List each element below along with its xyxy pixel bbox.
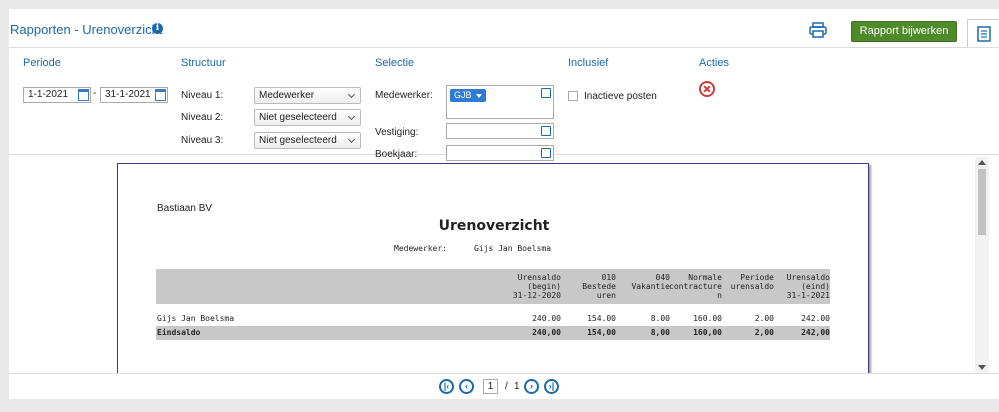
row-name: Gijs Jan Boelsma (157, 314, 235, 323)
report-table: Urensaldo (begin) 31-12-2020 010 Bestede uren… (156, 269, 830, 340)
list-icon (977, 26, 991, 42)
page-total: 1 (514, 381, 520, 392)
scrollbar-thumb[interactable] (978, 169, 986, 235)
row-value: 154,00 (587, 328, 616, 337)
date-separator: - (93, 88, 97, 99)
lookup-icon[interactable] (541, 126, 551, 136)
report-meta-label: Medewerker: (394, 244, 447, 253)
scroll-up-arrow-icon[interactable] (978, 160, 986, 165)
niveau-1-label: Niveau 1: (181, 90, 224, 101)
vertical-scrollbar[interactable] (975, 157, 989, 373)
medewerker-input[interactable]: GJB (446, 85, 554, 119)
row-value: 242,00 (801, 328, 830, 337)
row-name: Eindsaldo (157, 328, 201, 337)
row-value: 242.00 (801, 314, 830, 323)
report-viewer: Bastiaan BV Urenoverzicht Medewerker: Gi… (9, 157, 989, 373)
niveau-1-select[interactable]: Medewerker (254, 87, 361, 104)
date-to-value: 31-1-2021 (105, 89, 151, 100)
report-panel: Rapporten - Urenoverzicht i Rapport bijw… (9, 9, 999, 399)
column-header: 010 Bestede uren (582, 273, 616, 300)
lookup-icon[interactable] (541, 88, 551, 98)
column-header: Urensaldo (begin) 31-12-2020 (513, 273, 561, 300)
column-header-line: Vakantie (631, 282, 670, 291)
column-header-line: Urensaldo (517, 273, 561, 282)
table-body: Gijs Jan Boelsma 240.00 154.00 8.00 160.00 2.… (156, 312, 830, 340)
date-to-input[interactable]: 31-1-2021 (100, 87, 168, 103)
column-header-line: (begin) (527, 282, 561, 291)
row-value: 8,00 (650, 328, 670, 337)
acties-heading: Acties (699, 57, 729, 69)
page-separator: / (505, 381, 508, 392)
niveau-2-label: Niveau 2: (181, 112, 224, 123)
column-header: Urensaldo (eind) 31-1-2021 (787, 273, 830, 300)
column-header-line: urensaldo (730, 282, 774, 291)
pager: |‹ ‹ 1 / 1 › ›| (9, 373, 999, 399)
column-header-line: 010 (601, 273, 616, 282)
page-number-input[interactable]: 1 (483, 379, 498, 394)
report-page: Bastiaan BV Urenoverzicht Medewerker: Gi… (117, 163, 869, 373)
date-from-value: 1-1-2021 (28, 89, 69, 100)
vestiging-input[interactable] (446, 123, 554, 139)
row-value: 2.00 (754, 314, 774, 323)
next-page-icon[interactable]: › (524, 379, 539, 394)
scroll-down-arrow-icon[interactable] (978, 365, 986, 370)
calendar-icon[interactable] (155, 89, 166, 101)
previous-page-icon[interactable]: ‹ (459, 379, 474, 394)
periode-heading: Periode (23, 57, 61, 69)
row-value: 160.00 (693, 314, 722, 323)
inactieve-posten-label: Inactieve posten (584, 91, 657, 102)
column-header: Periode urensaldo (731, 273, 774, 291)
inactieve-posten-checkbox[interactable] (568, 91, 578, 101)
inclusief-heading: Inclusief (568, 57, 609, 69)
total-row: Eindsaldo 240,00 154,00 8,00 160,00 2,00 242,0… (156, 326, 830, 340)
column-header: 040 Vakantie (631, 273, 670, 291)
table-header: Urensaldo (begin) 31-12-2020 010 Bestede uren… (156, 269, 830, 304)
column-header-line: n (717, 291, 722, 300)
selectie-heading: Selectie (375, 57, 415, 69)
first-page-icon[interactable]: |‹ (439, 379, 454, 394)
column-header-line: uren (596, 291, 616, 300)
row-value: 240,00 (532, 328, 561, 337)
print-icon[interactable] (809, 22, 827, 38)
column-header: Normale contracture n (669, 273, 722, 300)
column-header-line: 040 (655, 273, 670, 282)
column-header-line: Urensaldo (786, 273, 830, 282)
row-value: 8.00 (650, 314, 670, 323)
report-title: Urenoverzicht (438, 218, 550, 234)
column-header-line: 31-12-2020 (512, 291, 561, 300)
row-value: 240.00 (532, 314, 561, 323)
table-row: Gijs Jan Boelsma 240.00 154.00 8.00 160.00 2.… (156, 312, 830, 326)
niveau-2-select[interactable]: Niet geselecteerd (254, 109, 361, 126)
update-report-button[interactable]: Rapport bijwerken (851, 21, 957, 42)
page-title: Rapporten - Urenoverzicht (10, 22, 163, 37)
row-value: 2,00 (754, 328, 774, 337)
last-page-icon[interactable]: ›| (544, 379, 559, 394)
date-from-input[interactable]: 1-1-2021 (23, 87, 91, 103)
structuur-heading: Structuur (181, 57, 226, 69)
calendar-icon[interactable] (78, 89, 89, 101)
filter-bar: Periode 1-1-2021 - 31-1-2021 Structuur N… (9, 47, 999, 161)
column-header-line: Periode (740, 273, 774, 282)
company-name: Bastiaan BV (157, 203, 213, 214)
column-header-line: contracture (669, 282, 722, 291)
column-header-line: Normale (688, 273, 722, 282)
info-icon[interactable]: i (152, 23, 163, 34)
medewerker-chip[interactable]: GJB (450, 89, 486, 102)
column-header-line: 31-1-2021 (786, 291, 830, 300)
column-header-line: (eind) (801, 282, 830, 291)
toggle-filter-panel-button[interactable] (967, 19, 999, 48)
clear-filters-icon[interactable] (699, 81, 715, 97)
row-value: 160,00 (693, 328, 722, 337)
medewerker-label: Medewerker: (375, 90, 433, 101)
row-value: 154.00 (587, 314, 616, 323)
niveau-3-label: Niveau 3: (181, 135, 224, 146)
column-header-line: Bestede (582, 282, 616, 291)
vestiging-label: Vestiging: (375, 127, 419, 138)
niveau-3-select[interactable]: Niet geselecteerd (254, 132, 361, 149)
report-meta-value: Gijs Jan Boelsma (474, 244, 552, 253)
